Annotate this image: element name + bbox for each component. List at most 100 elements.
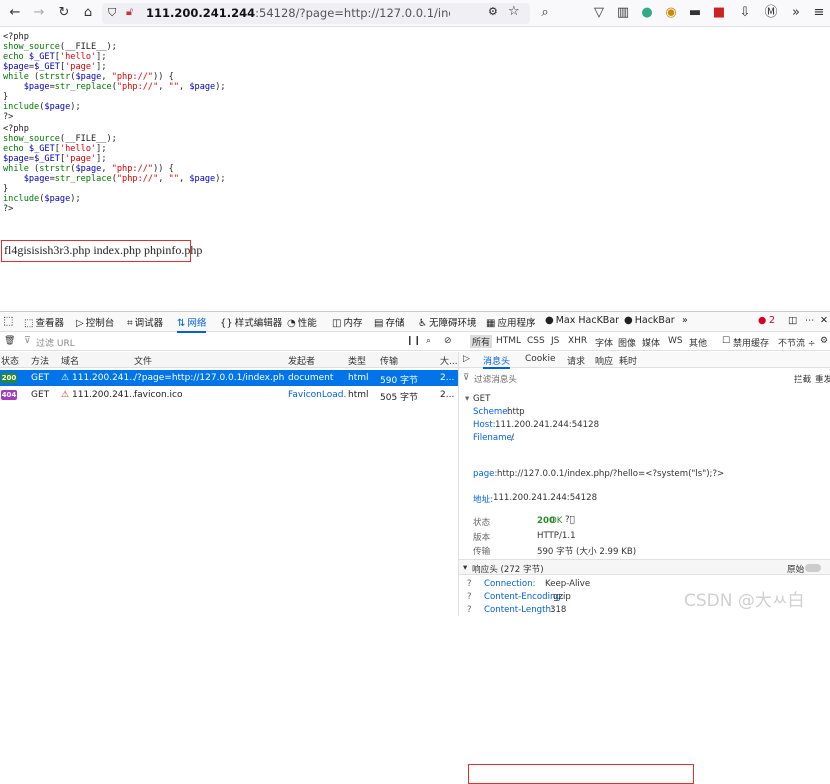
error-icon[interactable]: ● [758, 315, 766, 326]
settings-gear-icon[interactable]: ⚙ [820, 336, 828, 346]
cell-initiator: document [288, 373, 334, 383]
type-filter-4[interactable]: XHR [568, 336, 587, 346]
response-headers-section[interactable]: ▾ 响应头 (272 字节) 原始 [459, 559, 830, 575]
more-options-icon[interactable]: ⋯ [805, 315, 815, 326]
help-icon[interactable]: ? [467, 579, 472, 589]
block-icon[interactable]: ⊘ [444, 336, 452, 346]
tab-accessibility[interactable]: ♿ 无障碍环境 [418, 315, 476, 329]
tab-memory[interactable]: ◫ 内存 [332, 315, 362, 329]
tab-performance[interactable]: ◔ 性能 [287, 315, 317, 329]
type-filter-1[interactable]: HTML [496, 336, 521, 346]
toggle-sidebar-icon[interactable]: ▷ [463, 354, 470, 364]
status-badge: 200 [1, 373, 17, 383]
extension-red-icon[interactable]: ■ [710, 4, 728, 22]
menu-icon[interactable]: ≡ [810, 4, 828, 22]
cell-method: GET [31, 390, 50, 400]
tab-label: HackBar [634, 315, 675, 326]
search-icon[interactable]: ⌕ [536, 4, 554, 22]
pause-icon[interactable]: ❙❙ [406, 336, 421, 346]
reader-view-icon[interactable]: ▥ [614, 4, 632, 22]
table-row[interactable]: 404 ⚠ GET 111.200.241.... favicon.ico Favicon… [0, 387, 458, 403]
type-filter-0[interactable]: 所有 [470, 335, 493, 348]
tab-storage[interactable]: ▤ 存储 [374, 315, 404, 329]
bookmark-star-icon[interactable]: ☆ [508, 4, 520, 19]
response-headers-title: 响应头 (272 字节) [472, 565, 544, 575]
expand-chevron-icon[interactable]: ▾ [465, 394, 469, 404]
details-tab-3[interactable]: 响应 [595, 354, 613, 367]
column-header[interactable]: 文件 [134, 354, 152, 367]
details-tab-4[interactable]: 耗时 [619, 354, 637, 367]
disable-cache-checkbox[interactable]: ☐ [722, 336, 730, 346]
overflow-chevron-icon[interactable]: » [787, 4, 805, 22]
details-tab-2[interactable]: 请求 [567, 354, 585, 367]
filter-url-input[interactable]: 过滤 URL [36, 336, 75, 349]
column-header[interactable]: 发起者 [288, 354, 315, 367]
header-name: Connection: [484, 579, 536, 589]
extension-globe-icon[interactable]: ● [638, 4, 656, 22]
details-tab-1[interactable]: Cookie [525, 354, 556, 364]
pocket-icon[interactable]: ▽ [590, 4, 608, 22]
download-icon[interactable]: ⇩ [736, 4, 754, 22]
error-count[interactable]: 2 [769, 315, 775, 326]
url-bar[interactable]: ⛉ 🔓︎ 111.200.241.244:54128/?page=http://… [102, 3, 530, 24]
network-icon: ⇅ [177, 318, 186, 329]
raw-toggle-switch[interactable] [805, 564, 821, 572]
type-filter-8[interactable]: WS [668, 336, 683, 346]
column-header[interactable]: 传输 [380, 354, 398, 367]
url-text[interactable]: 111.200.241.244:54128/?page=http://127.0… [146, 6, 450, 20]
raw-toggle-label: 原始 [787, 565, 805, 575]
help-icon[interactable]: ? [467, 605, 472, 615]
shield-icon[interactable]: ⛉ [108, 6, 116, 20]
dock-icon[interactable]: ◫ [788, 315, 797, 326]
type-filter-2[interactable]: CSS [527, 336, 545, 346]
type-filter-6[interactable]: 图像 [618, 336, 636, 349]
type-filter-7[interactable]: 媒体 [642, 336, 660, 349]
tab-application[interactable]: ▦ 应用程序 [486, 315, 535, 329]
details-tab-0[interactable]: 消息头 [483, 354, 511, 369]
column-header[interactable]: 状态 [1, 354, 19, 367]
method-label[interactable]: GET [473, 394, 490, 404]
tab-console[interactable]: ▷ 控制台 [76, 315, 114, 329]
block-button[interactable]: 拦截 [794, 373, 811, 385]
filter-headers-input[interactable]: 过滤消息头 [474, 373, 517, 385]
type-filter-3[interactable]: JS [551, 336, 559, 346]
tab-inspector[interactable]: ⬚ 查看器 [24, 315, 64, 329]
type-filter-5[interactable]: 字体 [595, 336, 613, 349]
expand-chevron-icon[interactable]: ▾ [463, 563, 467, 573]
forward-arrow-icon[interactable]: → [30, 4, 48, 22]
column-header[interactable]: 类型 [348, 354, 366, 367]
table-row[interactable]: 200 ⚠ GET 111.200.241..../?page=http://127.… [0, 370, 458, 386]
help-icon[interactable]: ?⃝ [565, 515, 575, 525]
throttle-select[interactable]: 不节流 ÷ [778, 336, 815, 349]
column-header[interactable]: 大... [440, 354, 458, 367]
cell-file: /?page=http://127.0.0.1/index.php/?hello [134, 373, 284, 383]
home-icon[interactable]: ⌂ [79, 4, 97, 22]
tab-style-editor[interactable]: {} 样式编辑器 [220, 315, 282, 329]
column-header[interactable]: 域名 [61, 354, 79, 367]
insecure-lock-icon[interactable]: 🔓︎ [126, 5, 133, 19]
account-icon[interactable]: Ⓜ [762, 4, 780, 22]
extension-monkey-icon[interactable]: ◉ [662, 4, 680, 22]
tab-debugger[interactable]: ⌗ 调试器 [127, 315, 163, 329]
tab-hackbar[interactable]: ● HackBar [624, 315, 675, 326]
column-header[interactable]: 方法 [31, 354, 49, 367]
resend-button[interactable]: 重发 [815, 373, 830, 385]
help-icon[interactable]: ? [467, 592, 472, 602]
type-filter-9[interactable]: 其他 [689, 336, 707, 349]
tab-max-hackbar[interactable]: ● Max HacKBar [545, 315, 619, 326]
extension-bar-icon[interactable]: ▬ [686, 4, 704, 22]
reload-icon[interactable]: ↻ [55, 4, 73, 22]
trash-icon[interactable]: 🗑︎ [4, 336, 15, 346]
address-label: 地址: [473, 495, 494, 505]
search-icon[interactable]: ⌕ [426, 336, 431, 346]
translate-icon[interactable]: ⚙ [488, 5, 498, 18]
style-editor-icon: {} [220, 318, 233, 329]
accessibility-icon: ♿ [418, 318, 427, 329]
scheme-label: Scheme: [473, 407, 511, 417]
pick-element-icon[interactable]: ⬚ [3, 314, 13, 327]
close-devtools-icon[interactable]: ✕ [820, 315, 828, 326]
tabs-overflow-icon[interactable]: » [682, 315, 688, 326]
inspector-icon: ⬚ [24, 318, 34, 329]
tab-network[interactable]: ⇅ 网络 [177, 315, 207, 333]
back-arrow-icon[interactable]: ← [6, 4, 24, 22]
